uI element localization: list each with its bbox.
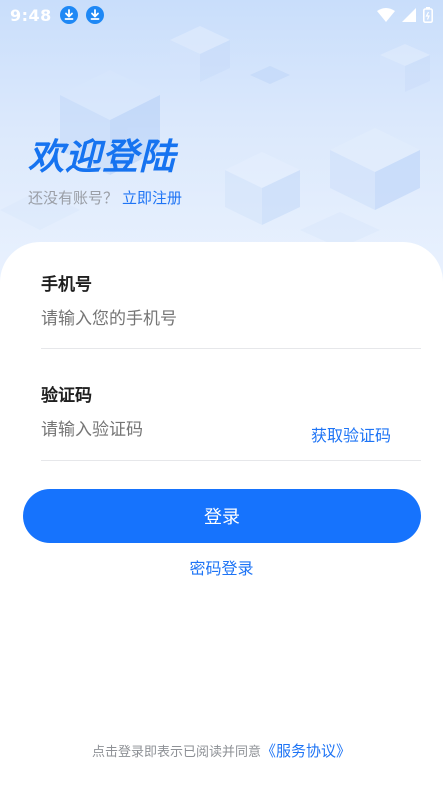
agreement-line: 点击登录即表示已阅读并同意《服务协议》	[0, 740, 443, 761]
page-title: 欢迎登陆	[28, 137, 177, 178]
download-icon	[59, 6, 78, 24]
code-label: 验证码	[41, 386, 92, 406]
battery-icon	[423, 7, 433, 23]
password-login-link: 密码登录	[0, 555, 443, 579]
login-button[interactable]: 登录	[23, 489, 421, 543]
status-icons	[377, 7, 433, 23]
code-divider	[41, 460, 421, 461]
status-bar: 9:48	[0, 0, 443, 30]
download-icon	[85, 6, 104, 24]
phone-input[interactable]	[41, 309, 291, 329]
no-account-text: 还没有账号？	[28, 189, 119, 207]
password-login-text[interactable]: 密码登录	[189, 559, 253, 578]
code-input[interactable]	[41, 420, 261, 440]
agreement-text: 点击登录即表示已阅读并同意	[91, 745, 261, 760]
register-prompt: 还没有账号？ 立即注册	[28, 187, 182, 208]
signal-icon	[402, 8, 416, 22]
register-link[interactable]: 立即注册	[122, 189, 182, 207]
service-agreement-link[interactable]: 《服务协议》	[261, 742, 351, 760]
status-time: 9:48	[10, 5, 52, 25]
get-code-button[interactable]: 获取验证码	[311, 422, 391, 446]
phone-label: 手机号	[41, 275, 92, 295]
phone-divider	[41, 348, 421, 349]
wifi-icon	[377, 8, 395, 22]
